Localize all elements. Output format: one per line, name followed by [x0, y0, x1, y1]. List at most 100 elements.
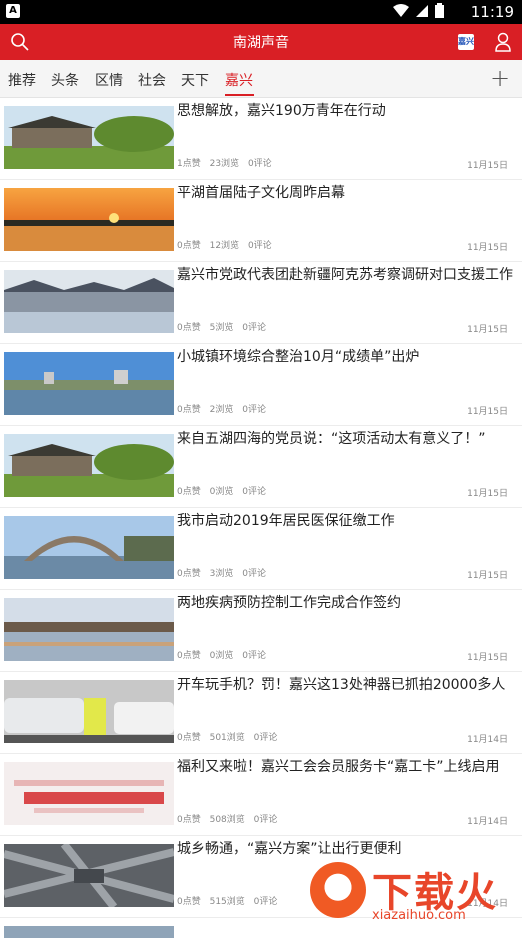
- comment-count: 0评论: [242, 651, 266, 661]
- news-title: 城乡畅通，“嘉兴方案”让出行更便利: [177, 841, 402, 857]
- comment-count: 0评论: [242, 487, 266, 497]
- news-thumbnail: [4, 516, 174, 579]
- news-title: 平湖首届陆子文化周昨启幕: [177, 185, 345, 201]
- tab-world[interactable]: 天下: [181, 70, 209, 90]
- news-date: 11月15日: [467, 489, 508, 499]
- city-badge-icon[interactable]: 嘉兴: [458, 34, 474, 50]
- like-count: 0点赞: [177, 569, 201, 579]
- news-thumbnail: [4, 188, 174, 251]
- status-icons: [393, 3, 444, 18]
- tab-district[interactable]: 区情: [95, 70, 123, 90]
- like-count: 1点赞: [177, 159, 201, 169]
- news-title: 嘉兴市党政代表团赴新疆阿克苏考察调研对口支援工作: [177, 267, 513, 283]
- news-title: 思想解放，嘉兴190万青年在行动: [177, 103, 386, 119]
- battery-icon: [435, 3, 444, 18]
- news-item[interactable]: 平湖首届陆子文化周昨启幕 0点赞 12浏览 0评论 11月15日: [0, 180, 522, 262]
- view-count: 515浏览: [209, 897, 245, 907]
- signal-icon: [416, 4, 428, 17]
- news-meta: 0点赞 3浏览 0评论: [177, 566, 272, 579]
- add-tab-icon[interactable]: +: [490, 64, 510, 92]
- news-title: 我市启动2019年居民医保征缴工作: [177, 513, 395, 529]
- news-date: 11月14日: [467, 735, 508, 745]
- news-item[interactable]: 福利又来啦！嘉兴工会会员服务卡“嘉工卡”上线启用 0点赞 508浏览 0评论 1…: [0, 754, 522, 836]
- view-count: 23浏览: [209, 159, 240, 169]
- news-thumbnail: [4, 762, 174, 825]
- news-item[interactable]: 两地疾病预防控制工作完成合作签约 0点赞 0浏览 0评论 11月15日: [0, 590, 522, 672]
- status-time: 11:19: [470, 3, 514, 21]
- watermark-url: xiazaihuo.com: [372, 908, 466, 923]
- download-icon: [310, 862, 366, 918]
- like-count: 0点赞: [177, 323, 201, 333]
- news-date: 11月14日: [467, 817, 508, 827]
- news-meta: 0点赞 515浏览 0评论: [177, 894, 283, 907]
- like-count: 0点赞: [177, 405, 201, 415]
- page-title: 南湖声音: [233, 35, 289, 51]
- comment-count: 0评论: [242, 323, 266, 333]
- tab-jiaxing[interactable]: 嘉兴: [225, 70, 253, 90]
- view-count: 0浏览: [209, 651, 234, 661]
- view-count: 0浏览: [209, 487, 234, 497]
- news-thumbnail: [4, 352, 174, 415]
- view-count: 5浏览: [209, 323, 234, 333]
- news-thumbnail: [4, 844, 174, 907]
- comment-count: 0评论: [253, 733, 278, 743]
- news-title: 福利又来啦！嘉兴工会会员服务卡“嘉工卡”上线启用: [177, 759, 500, 775]
- news-date: 11月15日: [467, 653, 508, 663]
- tab-headlines[interactable]: 头条: [51, 70, 79, 90]
- comment-count: 0评论: [247, 241, 272, 251]
- news-date: 11月15日: [467, 325, 508, 335]
- news-thumbnail: [4, 680, 174, 743]
- news-date: 11月15日: [467, 407, 508, 417]
- like-count: 0点赞: [177, 897, 201, 907]
- news-item[interactable]: 来自五湖四海的党员说：“这项活动太有意义了！” 0点赞 0浏览 0评论 11月1…: [0, 426, 522, 508]
- user-icon[interactable]: [494, 32, 512, 52]
- comment-count: 0评论: [253, 897, 278, 907]
- news-meta: 0点赞 0浏览 0评论: [177, 648, 272, 661]
- like-count: 0点赞: [177, 651, 201, 661]
- news-meta: 0点赞 5浏览 0评论: [177, 320, 272, 333]
- active-tab-indicator: [225, 94, 254, 96]
- news-title: 开车玩手机？罚！嘉兴这13处神器已抓拍20000多人: [177, 677, 506, 693]
- news-item[interactable]: 思想解放，嘉兴190万青年在行动 1点赞 23浏览 0评论 11月15日: [0, 98, 522, 180]
- news-item[interactable]: 开车玩手机？罚！嘉兴这13处神器已抓拍20000多人 0点赞 501浏览 0评论…: [0, 672, 522, 754]
- news-date: 11月15日: [467, 161, 508, 171]
- comment-count: 0评论: [242, 569, 266, 579]
- like-count: 0点赞: [177, 733, 201, 743]
- view-count: 3浏览: [209, 569, 234, 579]
- news-thumbnail: [4, 270, 174, 333]
- news-item[interactable]: 嘉兴市党政代表团赴新疆阿克苏考察调研对口支援工作 0点赞 5浏览 0评论 11月…: [0, 262, 522, 344]
- news-thumbnail: [4, 598, 174, 661]
- news-title: 两地疾病预防控制工作完成合作签约: [177, 595, 401, 611]
- news-meta: 1点赞 23浏览 0评论: [177, 156, 278, 169]
- news-title: 小城镇环境综合整治10月“成绩单”出炉: [177, 349, 420, 365]
- news-title: 来自五湖四海的党员说：“这项活动太有意义了！”: [177, 431, 486, 447]
- app-header: 南湖声音 嘉兴: [0, 24, 522, 60]
- news-item[interactable]: 小城镇环境综合整治10月“成绩单”出炉 0点赞 2浏览 0评论 11月15日: [0, 344, 522, 426]
- news-meta: 0点赞 2浏览 0评论: [177, 402, 272, 415]
- news-thumbnail: [4, 106, 174, 169]
- tab-society[interactable]: 社会: [138, 70, 166, 90]
- tab-recommend[interactable]: 推荐: [8, 70, 36, 90]
- watermark-logo: 下载火 xiazaihuo.com: [310, 860, 522, 928]
- comment-count: 0评论: [247, 159, 272, 169]
- view-count: 508浏览: [209, 815, 245, 825]
- news-item[interactable]: 我市启动2019年居民医保征缴工作 0点赞 3浏览 0评论 11月15日: [0, 508, 522, 590]
- view-count: 501浏览: [209, 733, 245, 743]
- like-count: 0点赞: [177, 487, 201, 497]
- news-thumbnail: [4, 434, 174, 497]
- view-count: 2浏览: [209, 405, 234, 415]
- news-date: 11月15日: [467, 571, 508, 581]
- notification-icon: A: [6, 4, 20, 18]
- status-bar: A 11:19: [0, 0, 522, 24]
- like-count: 0点赞: [177, 815, 201, 825]
- news-meta: 0点赞 0浏览 0评论: [177, 484, 272, 497]
- news-meta: 0点赞 501浏览 0评论: [177, 730, 283, 743]
- news-date: 11月15日: [467, 243, 508, 253]
- comment-count: 0评论: [242, 405, 266, 415]
- category-tabs: 推荐 头条 区情 社会 天下 嘉兴 +: [0, 60, 522, 98]
- wifi-icon: [393, 3, 409, 17]
- comment-count: 0评论: [253, 815, 278, 825]
- news-meta: 0点赞 12浏览 0评论: [177, 238, 278, 251]
- view-count: 12浏览: [209, 241, 240, 251]
- news-meta: 0点赞 508浏览 0评论: [177, 812, 283, 825]
